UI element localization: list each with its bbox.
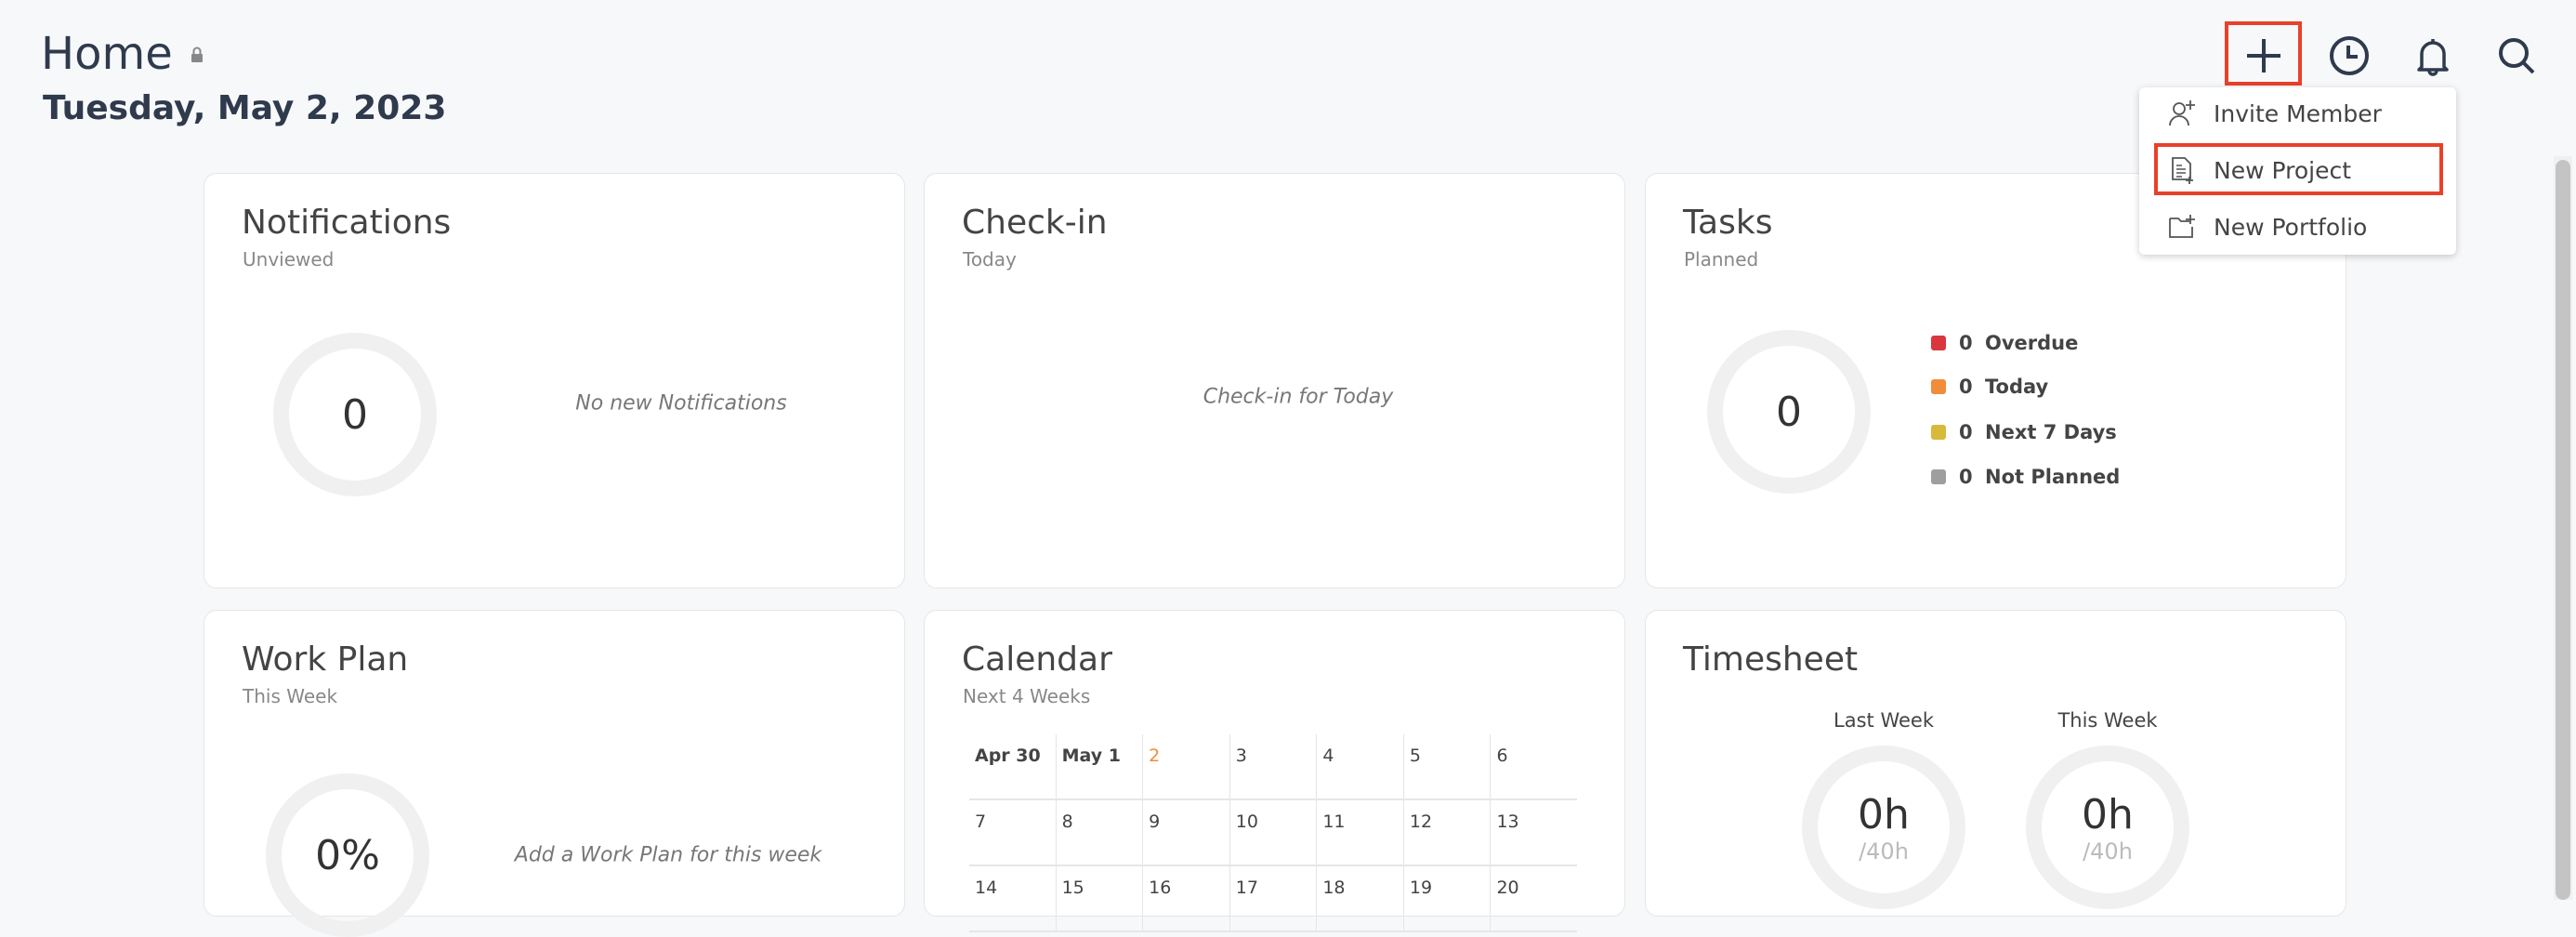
highlight-box	[2225, 21, 2302, 86]
search-icon[interactable]	[2494, 33, 2539, 78]
legend-swatch	[1931, 336, 1946, 350]
card-subtitle: Unviewed	[243, 248, 335, 271]
legend-label: Next 7 Days	[1985, 421, 2117, 443]
calendar-day[interactable]: 4	[1316, 734, 1403, 798]
workplan-card: Work Plan This Week 0% Add a Work Plan f…	[204, 610, 905, 937]
this-week-hours: 0h	[2082, 790, 2134, 838]
new-folder-icon	[2169, 215, 2195, 238]
clock-icon[interactable]	[2327, 33, 2372, 78]
calendar-day[interactable]: 10	[1229, 800, 1317, 864]
card-title: Calendar	[962, 640, 1112, 679]
calendar-day[interactable]: 19	[1402, 866, 1491, 930]
timesheet-card: Timesheet Last Week This Week 0h/40h 0h /…	[1645, 610, 2346, 917]
calendar-grid: Apr 30 May 1 2 3 4 5 6 7 8 9 10 11 12 13 14 15 16 17 18 19 2…	[969, 734, 1577, 932]
tasks-donut: 0	[1707, 330, 1871, 494]
page-title: Home	[41, 28, 173, 80]
calendar-day[interactable]: 18	[1316, 866, 1403, 930]
highlight-box	[2154, 143, 2443, 195]
calendar-day[interactable]: 17	[1229, 866, 1317, 930]
card-subtitle: Today	[963, 248, 1017, 271]
menu-item-label: New Portfolio	[2214, 213, 2368, 241]
legend-item: 0 Not Planned	[1931, 466, 2120, 488]
legend-count: 0	[1959, 466, 1973, 488]
card-title: Work Plan	[242, 640, 409, 679]
checkin-card: Check-in Today Check-in for Today	[924, 173, 1625, 588]
calendar-day[interactable]: 3	[1229, 734, 1317, 798]
last-week-target: /40h	[1859, 838, 1909, 864]
this-week-target: /40h	[2083, 838, 2133, 864]
calendar-day[interactable]: May 1	[1055, 734, 1143, 798]
legend-item: 0 Next 7 Days	[1931, 421, 2117, 443]
notifications-donut: 0	[273, 333, 437, 496]
menu-item-invite-member[interactable]: Invite Member	[2139, 87, 2456, 139]
legend-item: 0 Overdue	[1931, 332, 2078, 354]
calendar-day[interactable]: 6	[1490, 734, 1577, 798]
calendar-week: 7 8 9 10 11 12 13	[969, 800, 1577, 866]
legend-count: 0	[1959, 332, 1973, 354]
add-user-icon	[2169, 100, 2195, 126]
page-date: Tuesday, May 2, 2023	[43, 89, 447, 127]
calendar-day[interactable]: 8	[1055, 800, 1143, 864]
empty-message[interactable]: Add a Work Plan for this week	[515, 844, 821, 867]
calendar-day[interactable]: 11	[1316, 800, 1403, 864]
calendar-week: Apr 30 May 123456	[969, 734, 1577, 800]
legend-swatch	[1931, 379, 1946, 394]
card-title: Check-in	[962, 204, 1108, 242]
legend-count: 0	[1959, 376, 1973, 398]
legend-label: Today	[1985, 376, 2049, 398]
legend-swatch	[1931, 425, 1946, 440]
calendar-day[interactable]: 7	[969, 800, 1056, 864]
menu-item-label: Invite Member	[2214, 99, 2382, 127]
legend-item: 0 Today	[1931, 376, 2048, 398]
calendar-day[interactable]: 9	[1142, 800, 1229, 864]
card-title: Tasks	[1683, 204, 1773, 242]
calendar-day[interactable]: 15	[1055, 866, 1143, 930]
notifications-count: 0	[342, 390, 368, 439]
legend-label: Overdue	[1985, 332, 2079, 354]
this-week-donut: 0h/40h	[2026, 746, 2189, 909]
empty-message[interactable]: Check-in for Today	[1203, 386, 1394, 409]
scrollbar-thumb[interactable]	[2556, 160, 2570, 900]
calendar-day[interactable]: 12	[1402, 800, 1491, 864]
calendar-day[interactable]: 16	[1142, 866, 1229, 930]
calendar-day[interactable]: 13	[1490, 800, 1577, 864]
lock-icon	[191, 46, 203, 62]
last-week-donut: 0h/40h	[1802, 746, 1965, 909]
calendar-day[interactable]: 14	[969, 866, 1056, 930]
legend-label: Not Planned	[1985, 466, 2121, 488]
calendar-day[interactable]: 5	[1402, 734, 1491, 798]
legend-swatch	[1931, 469, 1946, 484]
card-subtitle: Next 4 Weeks	[963, 685, 1091, 707]
last-week-hours: 0h	[1858, 790, 1910, 838]
calendar-day[interactable]: 20	[1490, 866, 1577, 930]
card-title: Timesheet	[1683, 640, 1859, 679]
card-title: Notifications	[242, 204, 452, 242]
workplan-percent: 0%	[315, 831, 380, 879]
notifications-card: Notifications Unviewed 0 No new Notifica…	[204, 173, 905, 588]
tasks-count: 0	[1776, 388, 1802, 436]
this-week-label: This Week	[2057, 709, 2158, 732]
calendar-day[interactable]: Apr 30	[969, 734, 1056, 798]
menu-item-new-portfolio[interactable]: New Portfolio	[2139, 201, 2456, 253]
calendar-day[interactable]: 2	[1142, 734, 1229, 798]
workplan-donut: 0%	[266, 773, 429, 937]
legend-count: 0	[1959, 421, 1973, 443]
empty-message: No new Notifications	[575, 391, 787, 416]
bell-icon[interactable]	[2411, 33, 2455, 78]
card-subtitle: Planned	[1684, 248, 1759, 271]
card-subtitle: This Week	[243, 685, 338, 707]
last-week-label: Last Week	[1833, 709, 1934, 732]
